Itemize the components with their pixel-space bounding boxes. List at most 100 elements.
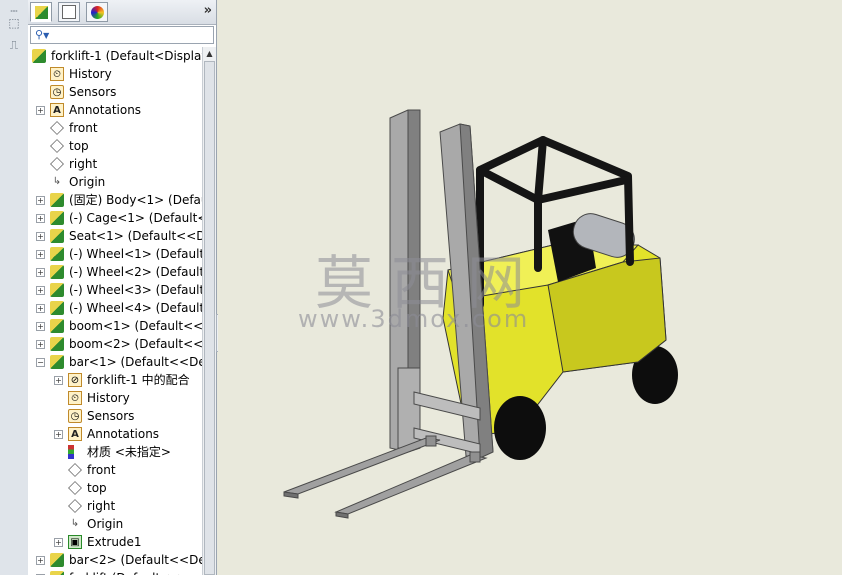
tree-scrollbar[interactable]: ▲ <box>202 47 216 575</box>
tree-row[interactable]: + (-) Wheel<2> (Default< <box>28 263 202 281</box>
tree-row-label: (-) Wheel<1> (Default< <box>69 247 202 261</box>
tree-row[interactable]: + A Annotations <box>28 101 202 119</box>
property-manager-tab[interactable] <box>58 2 80 22</box>
tree-row[interactable]: + boom<1> (Default<<D <box>28 317 202 335</box>
tree-row[interactable]: + ⊘ forklift-1 中的配合 <box>28 371 202 389</box>
component-icon[interactable]: ⬚ <box>6 16 22 30</box>
part-icon <box>50 265 64 279</box>
tree-row[interactable]: + Seat<1> (Default<<De <box>28 227 202 245</box>
plane-icon <box>50 139 64 153</box>
collapse-node-button[interactable]: − <box>36 358 45 367</box>
tree-row[interactable]: ◷ Sensors <box>28 83 202 101</box>
expand-node-button[interactable]: + <box>36 304 45 313</box>
tree-row[interactable]: 材质 <未指定> <box>28 443 202 461</box>
part-icon <box>50 193 64 207</box>
expand-node-button[interactable]: + <box>36 286 45 295</box>
tree-row-label: (-) Cage<1> (Default< <box>69 211 202 225</box>
tree-row[interactable]: front <box>28 461 202 479</box>
expand-node-button[interactable]: + <box>36 340 45 349</box>
expand-node-button[interactable]: + <box>36 268 45 277</box>
tree-row-label: 材质 <未指定> <box>87 445 171 459</box>
part-icon <box>50 319 64 333</box>
tree-row-label: right <box>69 157 98 171</box>
expand-node-button[interactable]: + <box>36 322 45 331</box>
part-icon <box>50 553 64 567</box>
expand-node-button[interactable]: + <box>36 214 45 223</box>
tree-row[interactable]: + (-) Cage<1> (Default< <box>28 209 202 227</box>
graphics-viewport[interactable]: 莫西网 www.3dmox.com <box>218 0 842 575</box>
origin-icon: ↳ <box>70 518 80 529</box>
plane-icon <box>68 499 82 513</box>
expand-node-button[interactable]: + <box>54 430 63 439</box>
plane-icon <box>68 463 82 477</box>
tree-row-label: Sensors <box>69 85 117 99</box>
tree-row-label: front <box>69 121 98 135</box>
annotations-icon: A <box>68 427 82 441</box>
tree-row-label: bar<1> (Default<<Def <box>69 355 202 369</box>
part-icon <box>50 211 64 225</box>
tree-row-label: (-) Wheel<3> (Default< <box>69 283 202 297</box>
feature-manager-tab[interactable] <box>30 2 52 22</box>
tree-row[interactable]: ↳ Origin <box>28 173 202 191</box>
tree-row[interactable]: ⏲ History <box>28 65 202 83</box>
tree-row[interactable]: right <box>28 155 202 173</box>
tree-row[interactable]: ⏲ History <box>28 389 202 407</box>
filter-icon: ⚲ <box>35 28 44 41</box>
watermark-url: www.3dmox.com <box>298 305 530 333</box>
part-icon <box>50 355 64 369</box>
expand-node-button[interactable]: + <box>36 196 45 205</box>
tree-row-label: boom<1> (Default<<D <box>69 319 202 333</box>
tree-row[interactable]: forklift-1 (Default<Display <box>28 47 202 65</box>
filter-dropdown-arrow[interactable]: ▼ <box>43 31 49 40</box>
tree-row[interactable]: top <box>28 137 202 155</box>
tree-row[interactable]: top <box>28 479 202 497</box>
tree-row-label: (-) Wheel<4> (Default< <box>69 301 202 315</box>
appearance-icon <box>90 5 104 19</box>
tree-row[interactable]: right <box>28 497 202 515</box>
origin-icon: ↳ <box>52 176 62 187</box>
sensors-icon: ◷ <box>68 409 82 423</box>
tree-row-label: right <box>87 499 116 513</box>
tree-row-label: Annotations <box>69 103 142 117</box>
tree-row[interactable]: + (-) Wheel<1> (Default< <box>28 245 202 263</box>
expand-node-button[interactable]: + <box>36 232 45 241</box>
filter-field[interactable]: ⚲▼ <box>30 26 214 44</box>
tree-row[interactable]: ◷ Sensors <box>28 407 202 425</box>
tree-row[interactable]: + ▣ Extrude1 <box>28 533 202 551</box>
tree-row-label: forklift (Default<<... <box>69 569 192 575</box>
tree-row-label: Extrude1 <box>87 535 142 549</box>
tree-row[interactable]: ↳ Origin <box>28 515 202 533</box>
scroll-thumb[interactable] <box>204 61 215 575</box>
tree-row[interactable]: + boom<2> (Default<<D <box>28 335 202 353</box>
part-icon <box>50 229 64 243</box>
step-icon[interactable]: ⎍ <box>6 38 22 52</box>
tree-row-label: top <box>69 139 89 153</box>
part-icon <box>50 571 64 575</box>
tree-row[interactable]: +forklift (Default<<... <box>28 569 202 575</box>
tree-row[interactable]: + bar<2> (Default<<Def <box>28 551 202 569</box>
expand-node-button[interactable]: + <box>54 376 63 385</box>
expand-node-button[interactable]: + <box>36 250 45 259</box>
part-icon <box>50 283 64 297</box>
tree-row-label: forklift-1 中的配合 <box>87 373 190 387</box>
tree-row[interactable]: front <box>28 119 202 137</box>
tree-row-label: boom<2> (Default<<D <box>69 337 202 351</box>
expand-node-button[interactable]: + <box>54 538 63 547</box>
tree-row[interactable]: + A Annotations <box>28 425 202 443</box>
part-icon <box>50 247 64 261</box>
tree-row[interactable]: + (-) Wheel<3> (Default< <box>28 281 202 299</box>
feature-manager-panel: » ⚲▼ forklift-1 (Default<Display ⏲ History… <box>28 0 217 575</box>
expand-node-button[interactable]: + <box>36 556 45 565</box>
tree-row-label: Annotations <box>87 427 160 441</box>
tree-row[interactable]: + (-) Wheel<4> (Default< <box>28 299 202 317</box>
history-icon: ⏲ <box>50 67 64 81</box>
plane-icon <box>50 121 64 135</box>
scroll-up-arrow[interactable]: ▲ <box>203 47 216 60</box>
expand-tabs-button[interactable]: » <box>204 3 212 18</box>
tree-row[interactable]: + (固定) Body<1> (Defau <box>28 191 202 209</box>
appearance-tab[interactable] <box>86 2 108 22</box>
expand-node-button[interactable]: + <box>36 106 45 115</box>
tree-row[interactable]: − bar<1> (Default<<Def <box>28 353 202 371</box>
tree-row-label: Origin <box>69 175 106 189</box>
feature-tree: forklift-1 (Default<Display ⏲ History ◷ Sens… <box>28 47 202 575</box>
